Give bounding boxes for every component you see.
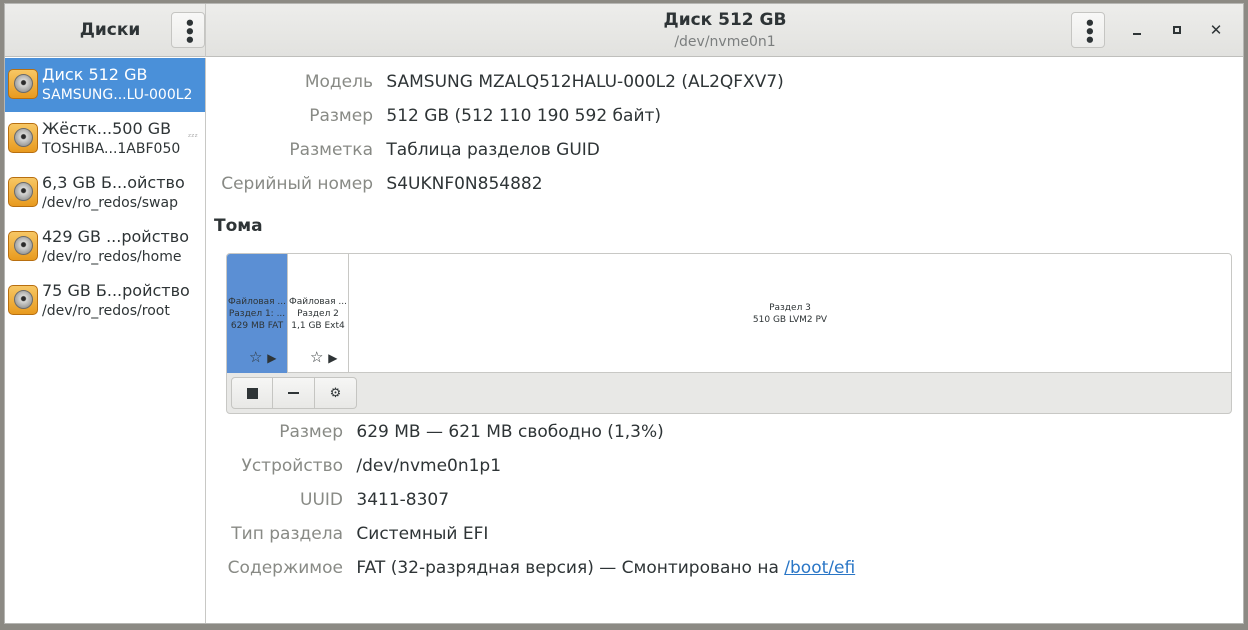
- volume-label: 510 GB LVM2 PV: [752, 315, 828, 325]
- volume-map: Файловая ... Раздел 1: ... 629 MB FAT ☆ …: [226, 253, 1232, 414]
- drive-name: Диск 512 GB: [42, 65, 148, 84]
- volume-bar: Файловая ... Раздел 1: ... 629 MB FAT ☆ …: [227, 254, 1231, 373]
- hard-disk-icon: [8, 285, 38, 315]
- volume-partition-2[interactable]: Файловая ... Раздел 2 1,1 GB Ext4 ☆ ▶: [288, 254, 349, 373]
- size-row: Размер 512 GB (512 110 190 592 байт): [207, 106, 661, 126]
- drive-name: 6,3 GB Б...ойство: [42, 173, 185, 192]
- partition-contents-row: Содержимое FAT (32-разрядная версия) — С…: [207, 558, 856, 578]
- serial-label: Серийный номер: [221, 174, 373, 194]
- partition-contents-label: Содержимое: [227, 558, 343, 578]
- volume-label: Файловая ...: [288, 297, 348, 307]
- partition-device-row: Устройство /dev/nvme0n1p1: [207, 456, 501, 476]
- kebab-menu-icon: •••: [178, 17, 199, 43]
- stop-icon: [246, 387, 258, 399]
- play-icon: ▶: [328, 351, 338, 365]
- drive-name: Жёстк...500 GB: [42, 119, 172, 138]
- volume-partition-1[interactable]: Файловая ... Раздел 1: ... 629 MB FAT ☆ …: [227, 254, 288, 373]
- partition-uuid-label: UUID: [300, 490, 343, 510]
- app-menu-button[interactable]: •••: [171, 12, 205, 48]
- serial-row: Серийный номер S4UKNF0N854882: [207, 174, 543, 194]
- maximize-button[interactable]: [1167, 20, 1187, 40]
- disk-device-path: /dev/nvme0n1: [674, 34, 776, 50]
- partitioning-label: Разметка: [289, 140, 373, 160]
- drive-subtitle: SAMSUNG...LU-000L2: [42, 87, 193, 103]
- volumes-heading: Тома: [214, 216, 263, 236]
- kebab-menu-icon: •••: [1078, 17, 1099, 43]
- volume-label: Файловая ...: [227, 297, 287, 307]
- maximize-icon: [1173, 26, 1181, 34]
- model-label: Модель: [304, 72, 373, 92]
- partition-size-row: Размер 629 MB — 621 MB свободно (1,3%): [207, 422, 664, 442]
- partition-type-label: Тип раздела: [231, 524, 343, 544]
- hard-disk-icon: [8, 123, 38, 153]
- drive-name: 75 GB Б...ройство: [42, 281, 190, 300]
- volume-label: Раздел 1: ...: [228, 309, 286, 319]
- hard-disk-icon: [8, 69, 38, 99]
- disks-window: Диски ••• Диск 512 GB /dev/nvme0n1 ••• ✕…: [4, 3, 1244, 624]
- gears-icon: ⚙: [329, 385, 342, 401]
- partition-device-value: /dev/nvme0n1p1: [356, 456, 502, 476]
- minus-icon: [288, 392, 299, 394]
- partition-type-row: Тип раздела Системный EFI: [207, 524, 488, 544]
- play-icon: ▶: [267, 351, 277, 365]
- header-left: Диски •••: [5, 4, 206, 57]
- model-value: SAMSUNG MZALQ512HALU-000L2 (AL2QFXV7): [386, 72, 784, 92]
- drive-subtitle: /dev/ro_redos/root: [42, 303, 170, 319]
- mount-point-link[interactable]: /boot/efi: [784, 558, 855, 578]
- volume-label: 1,1 GB Ext4: [291, 321, 345, 331]
- partition-type-value: Системный EFI: [356, 524, 489, 544]
- unmount-button[interactable]: [231, 377, 273, 409]
- drive-item-home[interactable]: 429 GB ...ройство /dev/ro_redos/home: [5, 220, 205, 274]
- partition-uuid-value: 3411-8307: [356, 490, 450, 510]
- drive-subtitle: /dev/ro_redos/swap: [42, 195, 178, 211]
- volume-toolbar: ⚙: [231, 377, 357, 409]
- disk-menu-button[interactable]: •••: [1071, 12, 1105, 48]
- partition-device-label: Устройство: [241, 456, 343, 476]
- partition-uuid-row: UUID 3411-8307: [207, 490, 449, 510]
- partitioning-value: Таблица разделов GUID: [386, 140, 600, 160]
- volume-label: Раздел 3: [769, 303, 811, 313]
- drive-details: Модель SAMSUNG MZALQ512HALU-000L2 (AL2QF…: [207, 58, 1243, 623]
- drive-item-nvme[interactable]: Диск 512 GB SAMSUNG...LU-000L2: [5, 58, 205, 112]
- drive-subtitle: TOSHIBA...1ABF050: [42, 141, 181, 157]
- serial-value: S4UKNF0N854882: [386, 174, 543, 194]
- minimize-icon: [1133, 33, 1141, 35]
- window-title: Диск 512 GB /dev/nvme0n1: [575, 10, 875, 50]
- star-icon: ☆: [249, 348, 263, 366]
- model-row: Модель SAMSUNG MZALQ512HALU-000L2 (AL2QF…: [207, 72, 784, 92]
- hard-disk-icon: [8, 177, 38, 207]
- drive-subtitle: /dev/ro_redos/home: [42, 249, 182, 265]
- minimize-button[interactable]: [1127, 20, 1147, 40]
- drive-item-swap[interactable]: 6,3 GB Б...ойство /dev/ro_redos/swap: [5, 166, 205, 220]
- size-label: Размер: [309, 106, 373, 126]
- partition-size-value: 629 MB — 621 MB свободно (1,3%): [356, 422, 664, 442]
- partition-settings-button[interactable]: ⚙: [315, 377, 357, 409]
- close-icon: ✕: [1209, 21, 1223, 39]
- disk-title: Диск 512 GB: [663, 10, 787, 30]
- volume-label: Раздел 2: [297, 309, 339, 319]
- drive-list: Диск 512 GB SAMSUNG...LU-000L2 Жёстк...5…: [5, 58, 206, 623]
- delete-partition-button[interactable]: [273, 377, 315, 409]
- drive-name: 429 GB ...ройство: [42, 227, 190, 246]
- volume-partition-3[interactable]: Раздел 3 510 GB LVM2 PV: [349, 254, 1231, 373]
- volume-label: 629 MB FAT: [230, 321, 284, 331]
- size-value: 512 GB (512 110 190 592 байт): [386, 106, 662, 126]
- close-button[interactable]: ✕: [1206, 20, 1226, 40]
- drive-item-hdd[interactable]: Жёстк...500 GB TOSHIBA...1ABF050 ᶻᶻᶻ: [5, 112, 205, 166]
- partition-contents-value: FAT (32-разрядная версия) — Смонтировано…: [356, 558, 785, 578]
- partitioning-row: Разметка Таблица разделов GUID: [207, 140, 600, 160]
- sleep-icon: ᶻᶻᶻ: [188, 133, 198, 143]
- drive-item-root[interactable]: 75 GB Б...ройство /dev/ro_redos/root: [5, 274, 205, 328]
- header-bar: Диски ••• Диск 512 GB /dev/nvme0n1 ••• ✕: [5, 4, 1243, 57]
- hard-disk-icon: [8, 231, 38, 261]
- partition-size-label: Размер: [279, 422, 343, 442]
- star-icon: ☆: [310, 348, 324, 366]
